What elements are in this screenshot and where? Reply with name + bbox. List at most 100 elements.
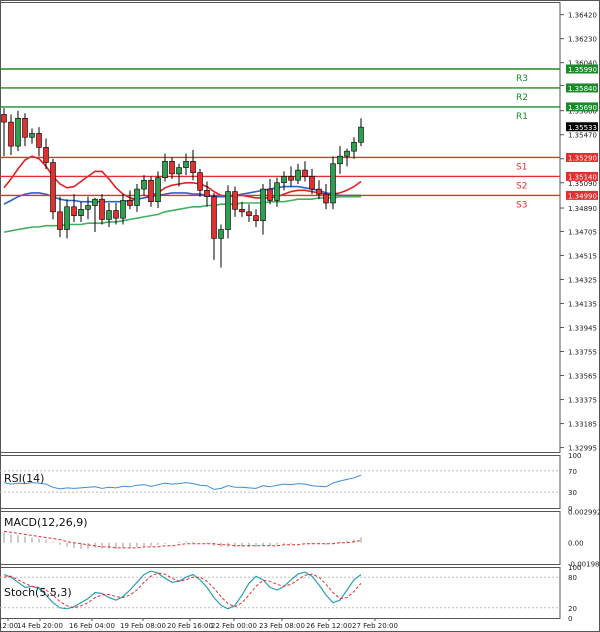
candle-body (267, 188, 273, 201)
price-axis-label: 1.33755 (568, 349, 597, 357)
stoch-axis-label: 0 (568, 615, 572, 623)
candle-body (148, 179, 154, 203)
stoch-axis-label: 20 (568, 605, 577, 613)
price-axis-label: 1.33565 (568, 373, 597, 381)
candle-body (127, 200, 133, 206)
candle-body (64, 206, 70, 230)
candle-body (323, 193, 329, 204)
candle-body (50, 162, 56, 213)
candle-body (288, 176, 294, 181)
candle-body (120, 200, 126, 219)
candle-body (85, 205, 91, 210)
price-axis-label: 1.33945 (568, 324, 597, 332)
candle (330, 156, 336, 210)
pane-price (0, 2, 561, 453)
price-axis-label: 1.33185 (568, 421, 597, 429)
price-axis-label: 1.34890 (568, 205, 597, 213)
candle-body (141, 179, 147, 190)
candle-body (183, 160, 189, 168)
candle-body (78, 209, 84, 216)
level-price-label: 1.35840 (568, 85, 597, 93)
candle-body (197, 172, 203, 191)
candle-body (330, 163, 336, 204)
price-axis-label: 1.34135 (568, 300, 597, 308)
candle-body (43, 147, 49, 163)
candle-body (155, 177, 161, 203)
candle-body (92, 198, 98, 206)
time-axis-label: 19 Feb 08:00 (120, 622, 166, 630)
candle-body (302, 169, 308, 177)
candle-body (15, 117, 21, 147)
time-axis-label: 22 Feb 00:00 (211, 622, 257, 630)
time-axis-label: 12:00 (0, 622, 18, 630)
candle-body (1, 114, 7, 123)
candle-body (113, 210, 119, 219)
level-name-r3: R3 (516, 74, 528, 84)
candle-body (337, 155, 343, 165)
level-price-label: 1.35290 (568, 154, 597, 162)
time-axis-label: 23 Feb 08:00 (259, 622, 305, 630)
candle-body (358, 126, 364, 143)
candle-body (190, 160, 196, 173)
time-axis-label: 20 Feb 16:00 (167, 622, 213, 630)
candle-body (246, 211, 252, 216)
chart-canvas: 1.364201.362301.360401.358601.356601.354… (0, 0, 600, 632)
price-axis-label: 1.34705 (568, 228, 597, 236)
level-name-s3: S3 (516, 200, 527, 210)
candle-body (22, 117, 28, 138)
candle-body (232, 191, 238, 210)
candle-body (281, 176, 287, 184)
rsi-axis-label: 70 (568, 468, 577, 476)
rsi-axis-label: 100 (568, 452, 581, 460)
time-axis-label: 16 Feb 04:00 (69, 622, 115, 630)
level-price-label: 1.35140 (568, 173, 597, 181)
macd-title: MACD(12,26,9) (4, 516, 88, 529)
stoch-axis-label: 100 (568, 564, 581, 572)
candle-body (316, 188, 322, 195)
stoch-title: Stoch(5,5,3) (4, 586, 72, 599)
macd-axis-label: 0.00 (568, 540, 584, 548)
candle-body (225, 191, 231, 230)
level-price-label: 1.34990 (568, 192, 597, 200)
rsi-title: RSI(14) (4, 472, 44, 485)
level-name-s2: S2 (516, 181, 527, 191)
candle-body (99, 198, 105, 220)
candle-body (295, 169, 301, 181)
current-price-label: 1.35533 (568, 124, 597, 132)
candle-body (204, 190, 210, 197)
price-axis-label: 1.34515 (568, 252, 597, 260)
time-axis-label: 27 Feb 20:00 (352, 622, 398, 630)
level-name-r2: R2 (516, 93, 528, 103)
price-axis-label: 1.35470 (568, 132, 597, 140)
candle-body (309, 176, 315, 190)
candle-body (274, 182, 280, 201)
rsi-axis-label: 30 (568, 489, 577, 497)
price-axis-label: 1.36420 (568, 12, 597, 20)
pane-stoch (0, 567, 561, 619)
time-axis-label: 14 Feb 20:00 (17, 622, 63, 630)
candle (50, 158, 56, 220)
level-name-s1: S1 (516, 162, 527, 172)
candle-body (71, 206, 77, 216)
candle-body (169, 160, 175, 175)
candle-body (260, 188, 266, 221)
level-price-label: 1.35690 (568, 104, 597, 112)
candle-body (29, 133, 35, 138)
candle-body (162, 160, 168, 179)
macd-axis-label: 0.002992 (568, 509, 600, 517)
candle-body (211, 196, 217, 239)
level-price-label: 1.35990 (568, 66, 597, 74)
candle-body (57, 211, 63, 230)
candle-body (218, 229, 224, 239)
candle-body (8, 121, 14, 147)
stoch-axis-label: 80 (568, 574, 577, 582)
candle-body (253, 215, 259, 221)
price-axis-label: 1.33375 (568, 397, 597, 405)
candle-body (134, 188, 140, 206)
level-name-r1: R1 (516, 112, 528, 122)
candle-body (36, 133, 42, 148)
candle-body (106, 210, 112, 220)
candle-body (176, 167, 182, 175)
candle-body (239, 209, 245, 213)
time-axis-label: 26 Feb 12:00 (306, 622, 352, 630)
